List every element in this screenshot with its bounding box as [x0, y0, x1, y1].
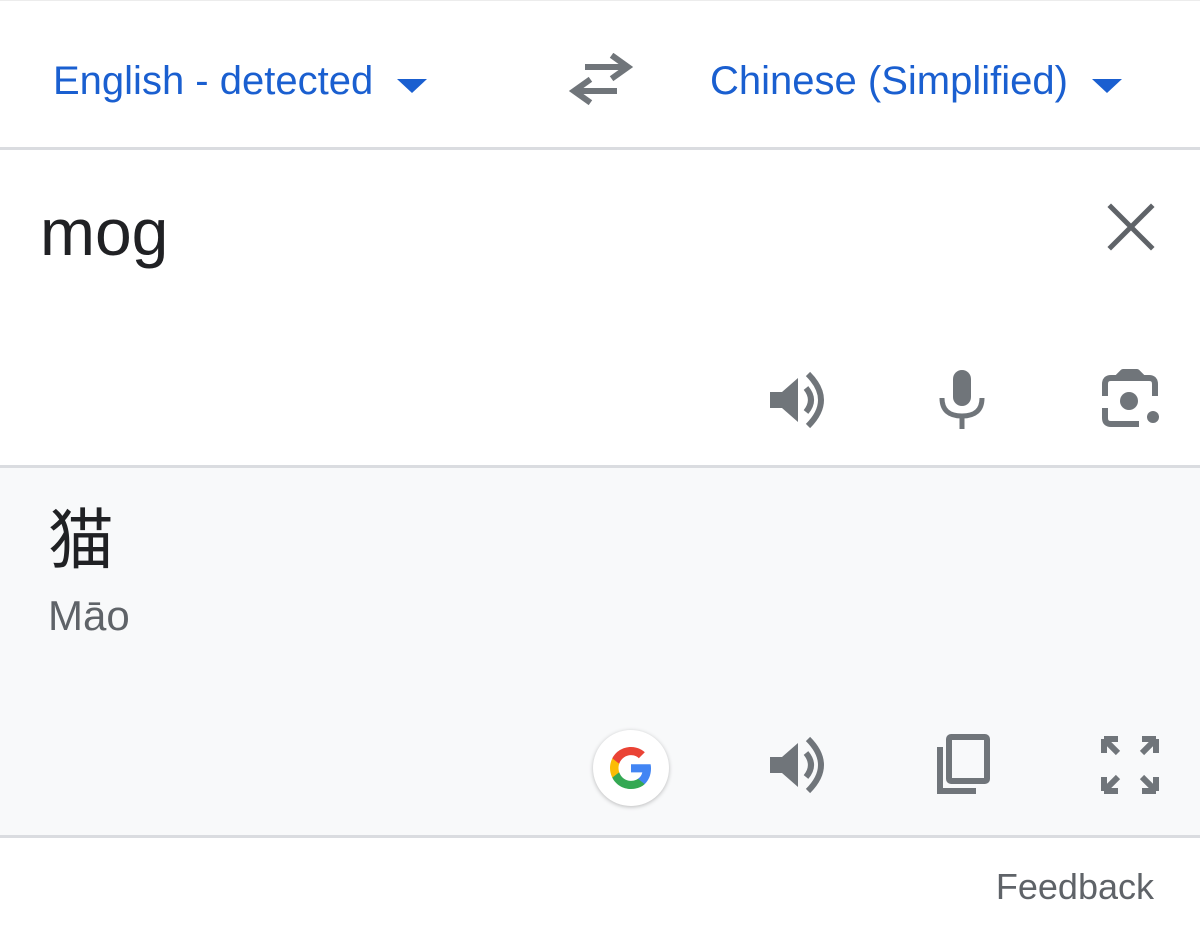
- caret-down-icon: [397, 79, 428, 93]
- translated-text: 猫: [48, 502, 114, 579]
- language-bar: English - detected Chinese (Simplified): [0, 0, 1200, 150]
- source-text-input[interactable]: mog: [40, 192, 168, 272]
- swap-arrows-icon: [568, 52, 634, 106]
- source-language-label: English - detected: [53, 58, 374, 103]
- camera-lens-icon: [1102, 369, 1159, 427]
- target-language-button[interactable]: Chinese (Simplified): [710, 53, 1122, 109]
- footer: Feedback: [0, 838, 1200, 930]
- clear-input-button[interactable]: [1106, 202, 1156, 252]
- speaker-icon: [770, 736, 824, 794]
- fullscreen-button[interactable]: [1095, 730, 1165, 800]
- source-language-button[interactable]: English - detected: [53, 53, 428, 109]
- fullscreen-icon: [1101, 736, 1159, 794]
- listen-translation-button[interactable]: [761, 730, 831, 800]
- speaker-icon: [770, 371, 824, 429]
- voice-input-button[interactable]: [927, 365, 997, 435]
- copy-translation-button[interactable]: [927, 730, 997, 800]
- google-g-icon: [610, 747, 651, 789]
- google-search-button[interactable]: [593, 730, 669, 806]
- swap-languages-button[interactable]: [568, 52, 634, 107]
- source-input-area[interactable]: mog: [0, 150, 1200, 468]
- caret-down-icon: [1091, 79, 1122, 93]
- microphone-icon: [939, 370, 985, 429]
- close-icon: [1107, 203, 1155, 251]
- copy-icon: [937, 734, 990, 794]
- camera-input-button[interactable]: [1095, 365, 1165, 435]
- listen-source-button[interactable]: [761, 365, 831, 435]
- romanization-text: Māo: [48, 592, 130, 639]
- translation-output-area: 猫 Māo: [0, 468, 1200, 838]
- feedback-link[interactable]: Feedback: [996, 866, 1154, 908]
- translate-app: English - detected Chinese (Simplified) …: [0, 0, 1200, 930]
- target-language-label: Chinese (Simplified): [710, 58, 1068, 103]
